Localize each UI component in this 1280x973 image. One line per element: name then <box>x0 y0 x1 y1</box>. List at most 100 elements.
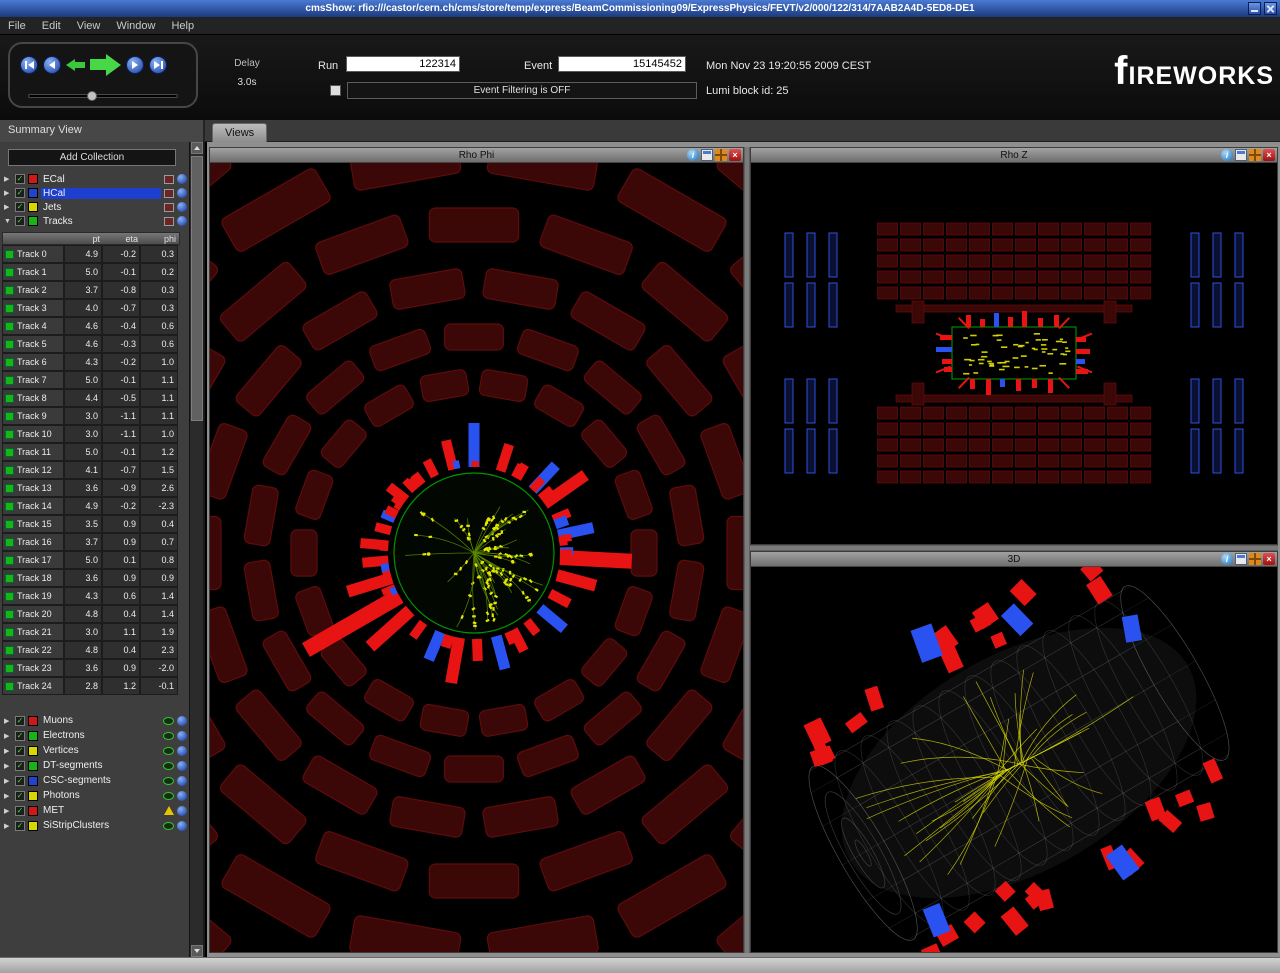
collection-item-vertices[interactable]: ▶✓Vertices <box>0 743 203 758</box>
previous-event-button[interactable] <box>43 56 61 74</box>
titlebar[interactable]: cmsShow: rfio:///castor/cern.ch/cms/stor… <box>0 0 1280 17</box>
color-swatch[interactable] <box>28 776 38 786</box>
expand-icon[interactable]: ▶ <box>4 777 12 785</box>
eye-icon[interactable] <box>163 762 174 770</box>
last-event-button[interactable] <box>149 56 167 74</box>
track-row[interactable]: Track 64.3-0.21.0 <box>2 353 180 371</box>
visibility-checkbox[interactable]: ✓ <box>15 761 25 771</box>
color-swatch[interactable] <box>28 174 38 184</box>
visibility-checkbox[interactable]: ✓ <box>15 746 25 756</box>
undock-icon[interactable] <box>1235 149 1247 161</box>
track-row[interactable]: Track 163.70.90.7 <box>2 533 180 551</box>
focus-icon[interactable] <box>177 731 187 741</box>
eye-icon[interactable] <box>163 822 174 830</box>
visibility-checkbox[interactable]: ✓ <box>15 174 25 184</box>
info-icon[interactable]: i <box>1221 149 1233 161</box>
add-collection-button[interactable]: Add Collection <box>8 149 176 166</box>
expand-icon[interactable]: ▶ <box>4 807 12 815</box>
collection-item-dt-segments[interactable]: ▶✓DT-segments <box>0 758 203 773</box>
next-event-button[interactable] <box>126 56 144 74</box>
visibility-checkbox[interactable]: ✓ <box>15 216 25 226</box>
track-row[interactable]: Track 183.60.90.9 <box>2 569 180 587</box>
track-row[interactable]: Track 242.81.2-0.1 <box>2 677 180 695</box>
track-row[interactable]: Track 213.01.11.9 <box>2 623 180 641</box>
color-swatch[interactable] <box>28 731 38 741</box>
event-input[interactable]: 15145452 <box>558 56 686 72</box>
focus-icon[interactable] <box>177 174 187 184</box>
focus-icon[interactable] <box>177 716 187 726</box>
menu-edit[interactable]: Edit <box>34 19 69 33</box>
tab-views[interactable]: Views <box>212 123 267 142</box>
track-row[interactable]: Track 15.0-0.10.2 <box>2 263 180 281</box>
track-row[interactable]: Track 04.9-0.20.3 <box>2 245 180 263</box>
tab-summary-view[interactable]: Summary View <box>0 120 205 142</box>
focus-icon[interactable] <box>177 216 187 226</box>
focus-icon[interactable] <box>177 821 187 831</box>
focus-icon[interactable] <box>177 746 187 756</box>
rhoz-view[interactable] <box>751 163 1277 544</box>
focus-icon[interactable] <box>177 188 187 198</box>
color-swatch[interactable] <box>28 821 38 831</box>
collapse-icon[interactable]: ▼ <box>4 218 12 225</box>
visibility-checkbox[interactable]: ✓ <box>15 821 25 831</box>
collection-item-tracks[interactable]: ▼✓Tracks <box>0 214 203 228</box>
collection-item-hcal[interactable]: ▶✓HCal <box>0 186 203 200</box>
collection-item-jets[interactable]: ▶✓Jets <box>0 200 203 214</box>
column-header[interactable]: eta <box>103 233 141 244</box>
track-row[interactable]: Track 84.4-0.51.1 <box>2 389 180 407</box>
play-forward-icon[interactable] <box>90 54 121 76</box>
menu-file[interactable]: File <box>0 19 34 33</box>
scroll-up-icon[interactable] <box>191 142 203 154</box>
expand-icon[interactable]: ▶ <box>4 175 12 183</box>
track-row[interactable]: Track 233.60.9-2.0 <box>2 659 180 677</box>
collection-item-photons[interactable]: ▶✓Photons <box>0 788 203 803</box>
color-swatch[interactable] <box>28 202 38 212</box>
visibility-checkbox[interactable]: ✓ <box>15 791 25 801</box>
color-picker-icon[interactable] <box>164 189 174 198</box>
collection-item-electrons[interactable]: ▶✓Electrons <box>0 728 203 743</box>
eye-icon[interactable] <box>163 717 174 725</box>
visibility-checkbox[interactable]: ✓ <box>15 731 25 741</box>
threed-title-bar[interactable]: 3D i × <box>751 552 1277 567</box>
eye-icon[interactable] <box>163 777 174 785</box>
layout-icon[interactable] <box>1249 149 1261 161</box>
visibility-checkbox[interactable]: ✓ <box>15 716 25 726</box>
collection-item-met[interactable]: ▶✓MET <box>0 803 203 818</box>
scrollbar-thumb[interactable] <box>191 156 203 421</box>
eye-icon[interactable] <box>163 792 174 800</box>
collection-item-muons[interactable]: ▶✓Muons <box>0 713 203 728</box>
minimize-icon[interactable] <box>1248 2 1261 15</box>
color-swatch[interactable] <box>28 716 38 726</box>
run-input[interactable]: 122314 <box>346 56 460 72</box>
track-row[interactable]: Track 75.0-0.11.1 <box>2 371 180 389</box>
track-row[interactable]: Track 23.7-0.80.3 <box>2 281 180 299</box>
info-icon[interactable]: i <box>1221 553 1233 565</box>
visibility-checkbox[interactable]: ✓ <box>15 776 25 786</box>
visibility-checkbox[interactable]: ✓ <box>15 188 25 198</box>
collection-item-sistripclusters[interactable]: ▶✓SiStripClusters <box>0 818 203 833</box>
delay-slider[interactable] <box>28 94 178 98</box>
eye-icon[interactable] <box>163 732 174 740</box>
collection-item-csc-segments[interactable]: ▶✓CSC-segments <box>0 773 203 788</box>
undock-icon[interactable] <box>1235 553 1247 565</box>
undock-icon[interactable] <box>701 149 713 161</box>
visibility-checkbox[interactable]: ✓ <box>15 806 25 816</box>
focus-icon[interactable] <box>177 202 187 212</box>
info-icon[interactable]: i <box>687 149 699 161</box>
track-row[interactable]: Track 224.80.42.3 <box>2 641 180 659</box>
track-row[interactable]: Track 204.80.41.4 <box>2 605 180 623</box>
first-event-button[interactable] <box>20 56 38 74</box>
column-header[interactable]: pt <box>65 233 103 244</box>
eye-icon[interactable] <box>163 747 174 755</box>
threed-view[interactable] <box>751 567 1277 952</box>
rhophi-title-bar[interactable]: Rho Phi i × <box>210 148 743 163</box>
rhoz-title-bar[interactable]: Rho Z i × <box>751 148 1277 163</box>
visibility-checkbox[interactable]: ✓ <box>15 202 25 212</box>
color-swatch[interactable] <box>28 791 38 801</box>
track-row[interactable]: Track 153.50.90.4 <box>2 515 180 533</box>
focus-icon[interactable] <box>177 761 187 771</box>
collection-item-ecal[interactable]: ▶✓ECal <box>0 172 203 186</box>
focus-icon[interactable] <box>177 806 187 816</box>
track-row[interactable]: Track 103.0-1.11.0 <box>2 425 180 443</box>
color-swatch[interactable] <box>28 188 38 198</box>
